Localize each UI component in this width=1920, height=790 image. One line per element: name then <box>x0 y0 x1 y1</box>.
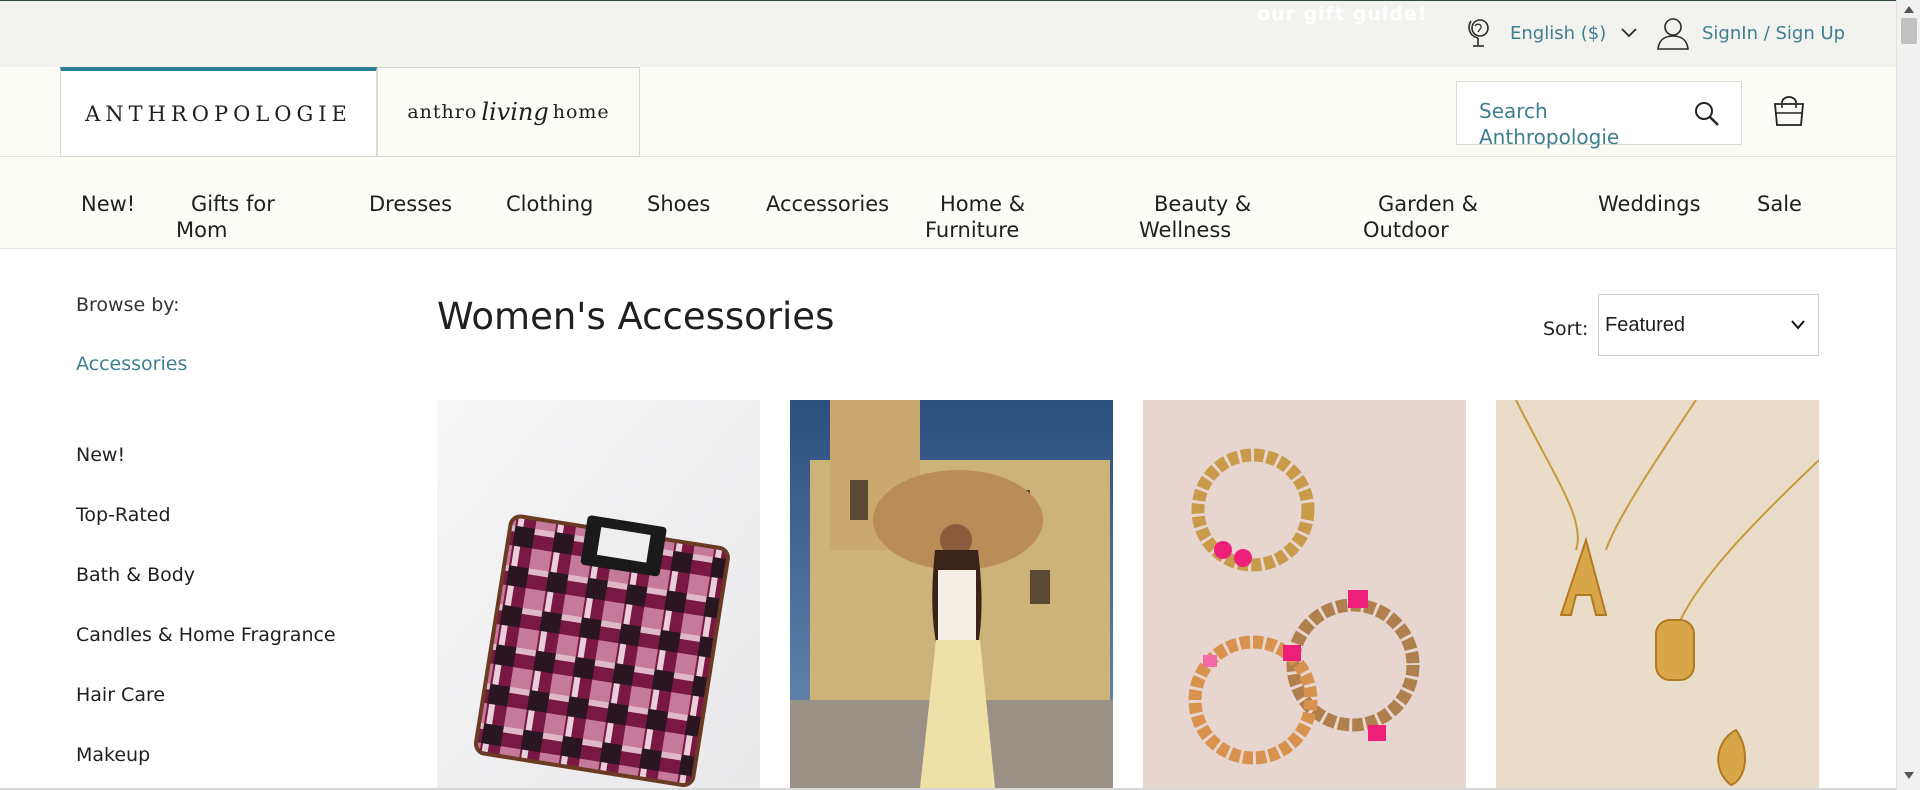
sidebar-item-hair-care[interactable]: Hair Care <box>76 684 336 744</box>
language-selector[interactable]: English ($) <box>1466 17 1638 49</box>
signin-label: SignIn / Sign Up <box>1702 22 1846 44</box>
anthropologie-logo: ANTHROPOLOGIE <box>85 101 352 126</box>
scrollbar-thumb[interactable] <box>1901 18 1917 44</box>
anthropologie-logo-tab[interactable]: ANTHROPOLOGIE <box>60 67 377 157</box>
anthroliving-logo-tab[interactable]: anthro living home <box>377 67 640 157</box>
necklace-photo <box>1496 400 1819 788</box>
sun-hat-photo <box>790 400 1113 788</box>
main-nav: New! Gifts for Mom Dresses Clothing Shoes… <box>0 157 1896 249</box>
nav-new[interactable]: New! <box>81 191 135 217</box>
brand-bar: ANTHROPOLOGIE anthro living home Search … <box>0 67 1896 157</box>
signin-link[interactable]: SignIn / Sign Up <box>1656 15 1845 51</box>
scroll-up-arrow-icon[interactable] <box>1904 6 1914 13</box>
utility-bar: our gift guide! English ($) SignIn / Sig… <box>0 0 1896 67</box>
chevron-down-icon <box>1621 28 1637 38</box>
language-label: English ($) <box>1510 22 1607 44</box>
sidebar-item-new[interactable]: New! <box>76 444 336 504</box>
sidebar-item-makeup[interactable]: Makeup <box>76 744 336 790</box>
sidebar-item-candles[interactable]: Candles & Home Fragrance <box>76 624 336 684</box>
page-title: Women's Accessories <box>437 295 835 338</box>
nav-weddings[interactable]: Weddings <box>1598 191 1701 217</box>
living-logo-part-2: home <box>552 101 610 123</box>
globe-icon <box>1468 19 1489 47</box>
product-image-sun-hat[interactable] <box>790 400 1113 788</box>
search-input[interactable]: Search Anthropologie <box>1479 98 1679 150</box>
sidebar-item-top-rated[interactable]: Top-Rated <box>76 504 336 564</box>
vertical-scrollbar[interactable] <box>1896 0 1920 790</box>
sidebar-item-bath-body[interactable]: Bath & Body <box>76 564 336 624</box>
nav-shoes[interactable]: Shoes <box>647 191 710 217</box>
search-box[interactable]: Search Anthropologie <box>1456 81 1742 149</box>
living-logo-part-1: anthro <box>407 101 478 123</box>
nav-gifts-for-mom[interactable]: Gifts for Mom <box>176 191 275 243</box>
nav-home-furniture[interactable]: Home & Furniture <box>925 191 1025 243</box>
nav-garden-outdoor[interactable]: Garden & Outdoor <box>1363 191 1478 243</box>
sort-label: Sort: <box>1543 318 1589 340</box>
nav-beauty-wellness[interactable]: Beauty & Wellness <box>1139 191 1251 243</box>
living-logo-script: living <box>481 98 549 126</box>
product-image-initial-necklace[interactable] <box>1496 400 1819 788</box>
chevron-down-icon <box>1791 320 1805 330</box>
product-image-beaded-bag[interactable] <box>437 400 760 788</box>
product-image-bracelets[interactable] <box>1143 400 1466 788</box>
sort-selected-value: Featured <box>1605 313 1686 336</box>
nav-accessories[interactable]: Accessories <box>766 191 889 217</box>
sort-select[interactable]: Featured <box>1598 294 1819 356</box>
browse-by-label: Browse by: <box>76 294 180 316</box>
promo-text[interactable]: our gift guide! <box>1257 3 1427 25</box>
scroll-down-arrow-icon[interactable] <box>1904 772 1914 779</box>
search-icon[interactable] <box>1693 100 1721 128</box>
browse-category-link[interactable]: Accessories <box>76 353 187 375</box>
sidebar-list: New! Top-Rated Bath & Body Candles & Hom… <box>76 444 336 790</box>
nav-sale[interactable]: Sale <box>1757 191 1802 217</box>
nav-dresses[interactable]: Dresses <box>369 191 452 217</box>
shopping-bag-icon[interactable] <box>1772 91 1806 127</box>
nav-clothing[interactable]: Clothing <box>506 191 593 217</box>
user-icon <box>1657 18 1689 50</box>
beaded-bag-photo <box>437 400 760 788</box>
bracelets-photo <box>1143 400 1466 788</box>
